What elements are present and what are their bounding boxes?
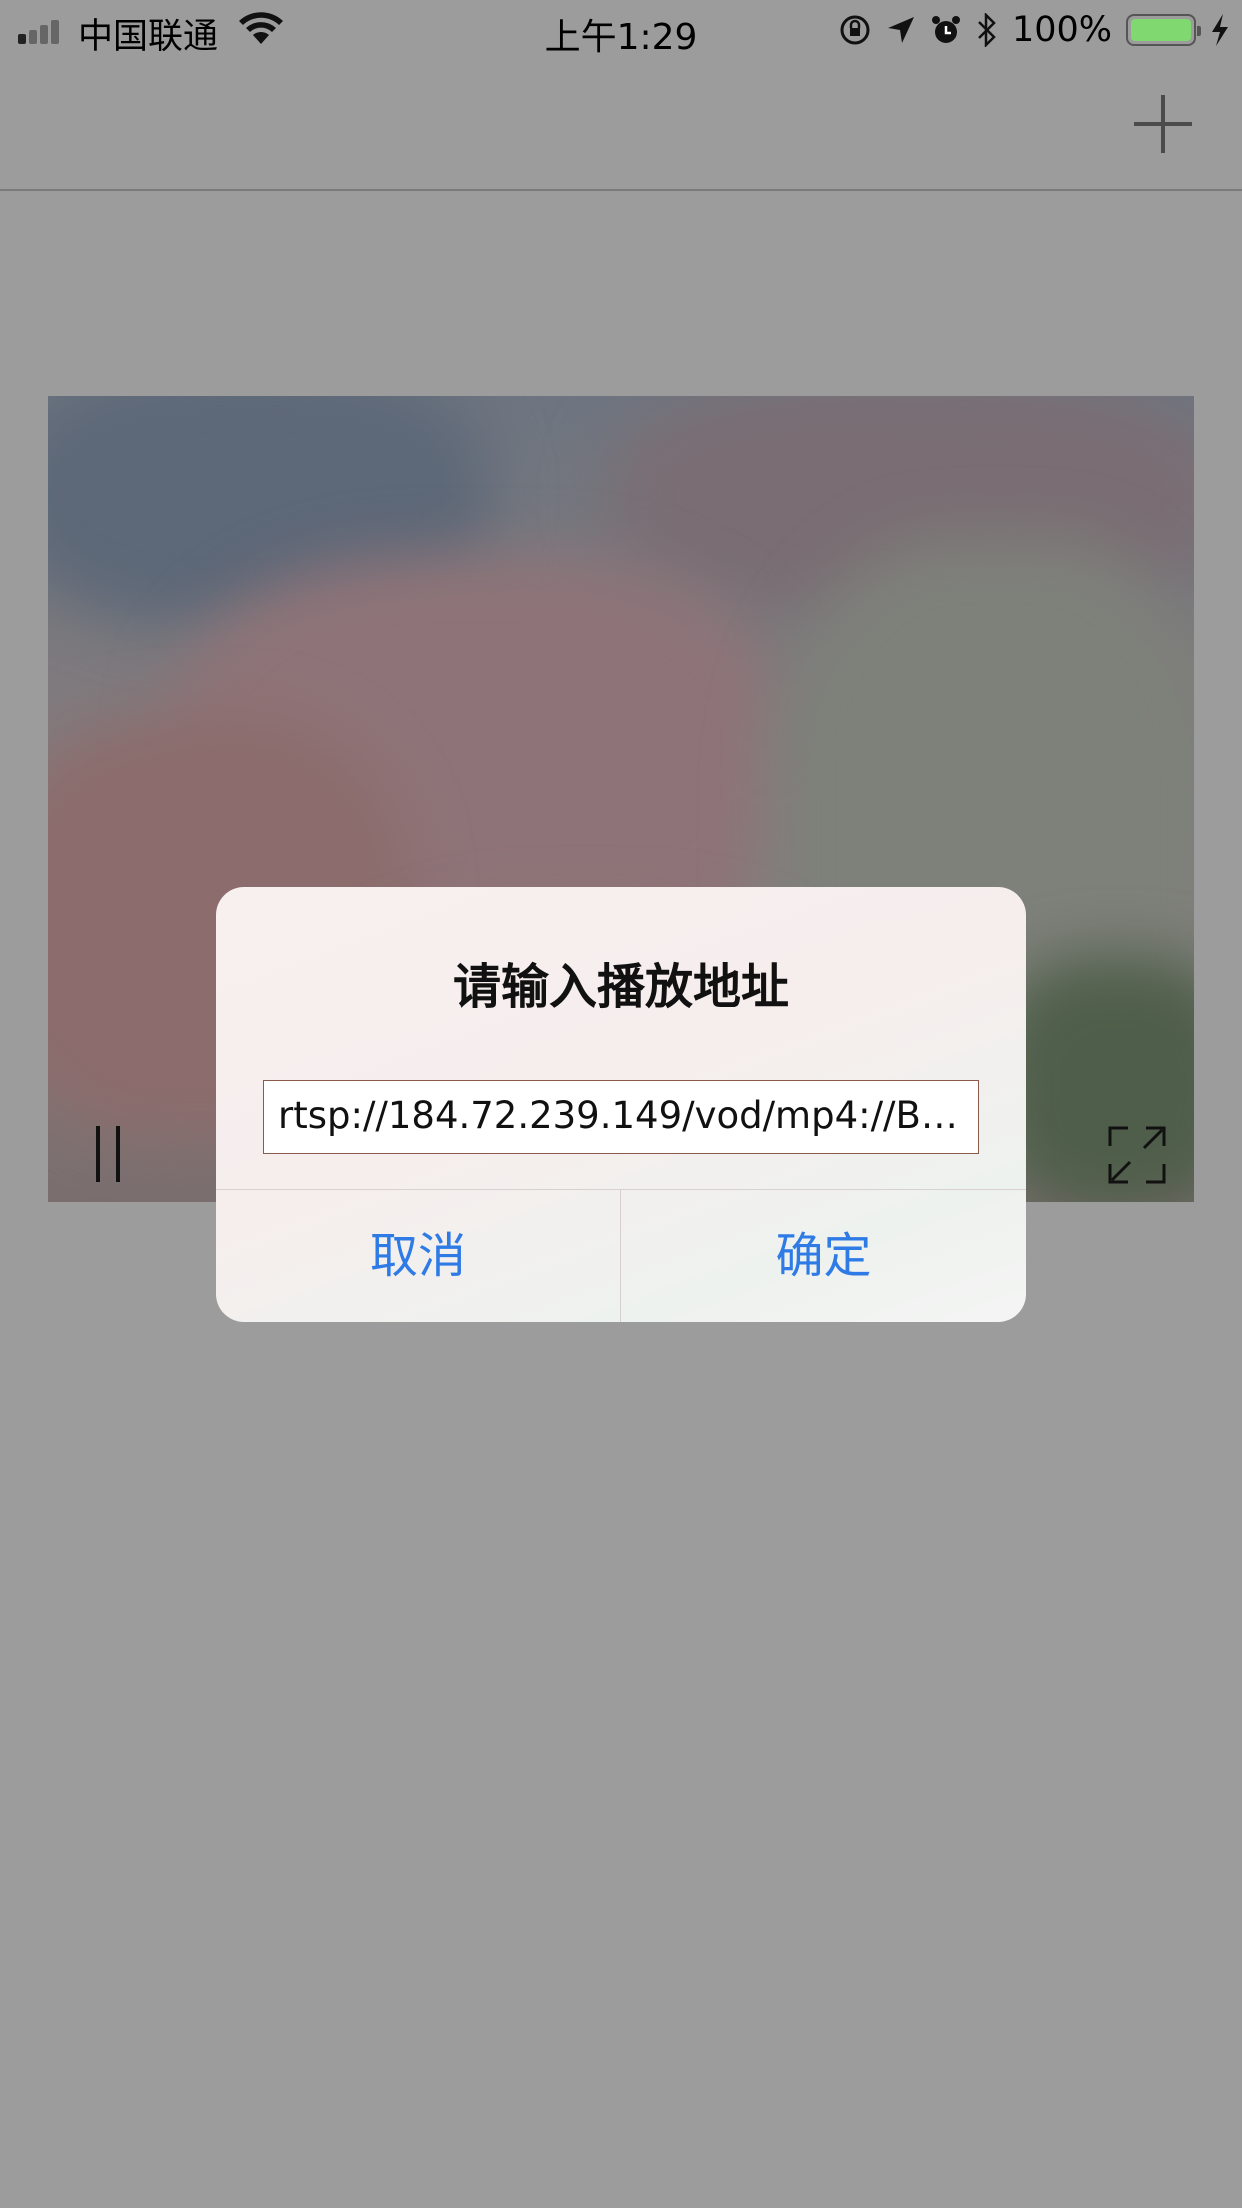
- battery-level: [1131, 19, 1191, 41]
- alarm-icon: [931, 16, 960, 43]
- navigation-bar: [0, 60, 1242, 191]
- dialog-actions: 取消 确定: [216, 1189, 1026, 1322]
- charging-icon: [1212, 14, 1228, 46]
- bluetooth-icon: [978, 13, 996, 47]
- status-bar: 中国联通 上午1:29 100%: [0, 0, 1242, 60]
- location-icon: [887, 17, 914, 43]
- fullscreen-icon[interactable]: [1108, 1126, 1166, 1184]
- rotation-lock-icon: [840, 15, 870, 45]
- dialog-title: 请输入播放地址: [452, 959, 789, 1015]
- plus-icon[interactable]: [1134, 95, 1192, 153]
- confirm-button[interactable]: 确定: [621, 1190, 1026, 1322]
- cancel-button[interactable]: 取消: [216, 1190, 621, 1322]
- battery-percent: 100%: [1011, 10, 1112, 50]
- url-input[interactable]: rtsp://184.72.239.149/vod/mp4://Bi...: [263, 1080, 979, 1154]
- status-icons: 100%: [838, 10, 1230, 50]
- pause-icon[interactable]: [88, 1126, 128, 1182]
- url-input-dialog: 请输入播放地址 rtsp://184.72.239.149/vod/mp4://…: [216, 887, 1026, 1322]
- battery-icon: [1126, 14, 1201, 46]
